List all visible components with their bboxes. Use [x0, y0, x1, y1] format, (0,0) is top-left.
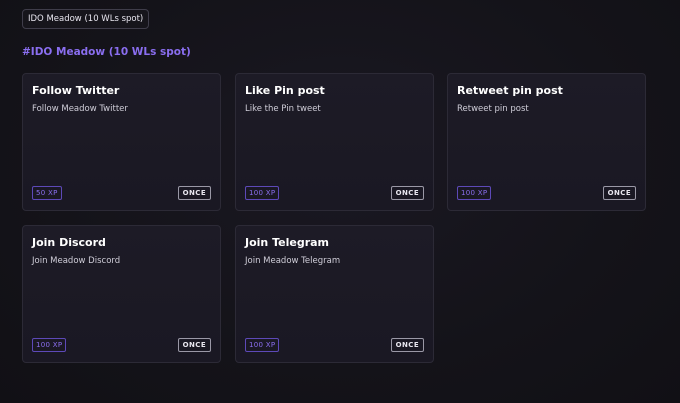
task-description: Follow Meadow Twitter — [32, 104, 128, 114]
task-card-follow-twitter[interactable]: Follow Twitter Follow Meadow Twitter 50 … — [22, 73, 221, 211]
task-title: Join Telegram — [245, 236, 329, 249]
task-description: Like the Pin tweet — [245, 104, 321, 114]
section-title: #IDO Meadow (10 WLs spot) — [22, 46, 191, 58]
xp-badge: 100 XP — [457, 186, 492, 200]
frequency-badge: ONCE — [390, 338, 424, 352]
frequency-badge: ONCE — [177, 338, 211, 352]
xp-badge: 50 XP — [32, 186, 62, 200]
quest-page: IDO Meadow (10 WLs spot) #IDO Meadow (10… — [0, 0, 680, 403]
task-card-like-pin-post[interactable]: Like Pin post Like the Pin tweet 100 XP … — [235, 73, 434, 211]
quest-filter-chip[interactable]: IDO Meadow (10 WLs spot) — [22, 9, 150, 29]
task-title: Retweet pin post — [457, 84, 563, 97]
frequency-badge: ONCE — [177, 186, 211, 200]
xp-badge: 100 XP — [32, 338, 67, 352]
task-description: Retweet pin post — [457, 104, 529, 114]
task-title: Like Pin post — [245, 84, 325, 97]
task-title: Follow Twitter — [32, 84, 120, 97]
task-title: Join Discord — [32, 236, 106, 249]
frequency-badge: ONCE — [602, 186, 636, 200]
xp-badge: 100 XP — [245, 186, 280, 200]
task-card-join-discord[interactable]: Join Discord Join Meadow Discord 100 XP … — [22, 225, 221, 363]
task-description: Join Meadow Discord — [32, 256, 121, 266]
xp-badge: 100 XP — [245, 338, 280, 352]
task-card-join-telegram[interactable]: Join Telegram Join Meadow Telegram 100 X… — [235, 225, 434, 363]
frequency-badge: ONCE — [390, 186, 424, 200]
task-card-retweet-pin-post[interactable]: Retweet pin post Retweet pin post 100 XP… — [447, 73, 646, 211]
task-description: Join Meadow Telegram — [245, 256, 341, 266]
